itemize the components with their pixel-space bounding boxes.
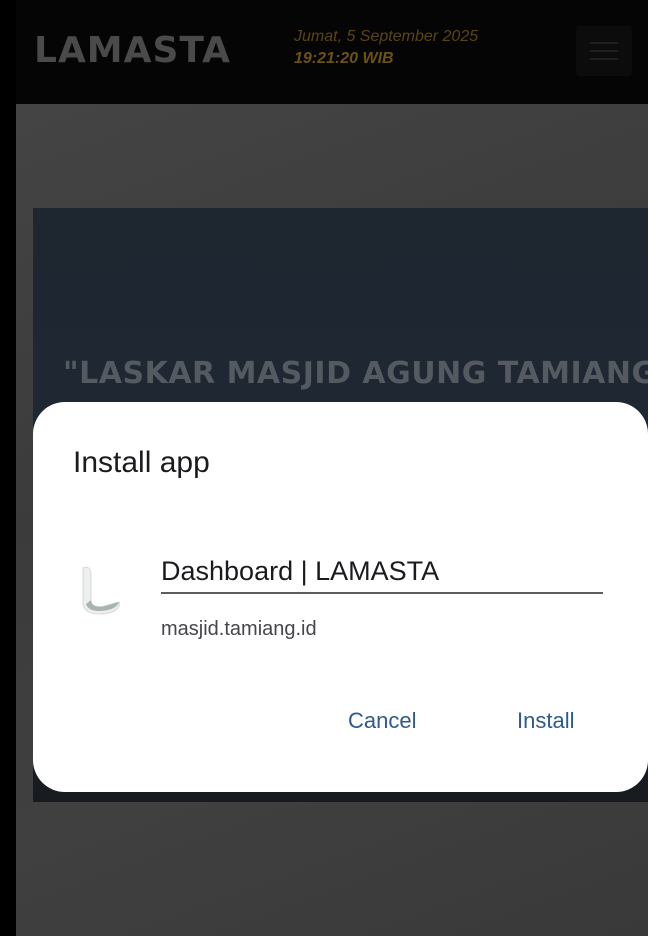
banner-title: "LASKAR MASJID AGUNG TAMIANG" <box>63 356 648 391</box>
page: LAMASTA Jumat, 5 September 2025 19:21:20… <box>0 0 648 936</box>
app-name-field[interactable] <box>161 550 603 594</box>
menu-icon-bar <box>590 58 618 60</box>
install-button[interactable]: Install <box>517 708 574 734</box>
cancel-button[interactable]: Cancel <box>348 708 416 734</box>
dialog-title: Install app <box>73 446 210 479</box>
screen-edge <box>0 0 16 936</box>
header-time: 19:21:20 WIB <box>294 50 394 67</box>
install-app-dialog: Install app masjid.tamiang.id Cancel Ins… <box>33 402 648 792</box>
site-header: LAMASTA Jumat, 5 September 2025 19:21:20… <box>16 0 648 104</box>
app-url: masjid.tamiang.id <box>161 618 317 640</box>
app-logo-icon <box>82 566 120 615</box>
header-date: Jumat, 5 September 2025 <box>294 28 479 45</box>
site-logo[interactable]: LAMASTA <box>34 30 231 71</box>
menu-icon-bar <box>590 50 618 52</box>
hamburger-menu-button[interactable] <box>576 26 632 76</box>
header-datetime: Jumat, 5 September 2025 19:21:20 WIB <box>294 26 478 70</box>
menu-icon <box>590 42 618 44</box>
